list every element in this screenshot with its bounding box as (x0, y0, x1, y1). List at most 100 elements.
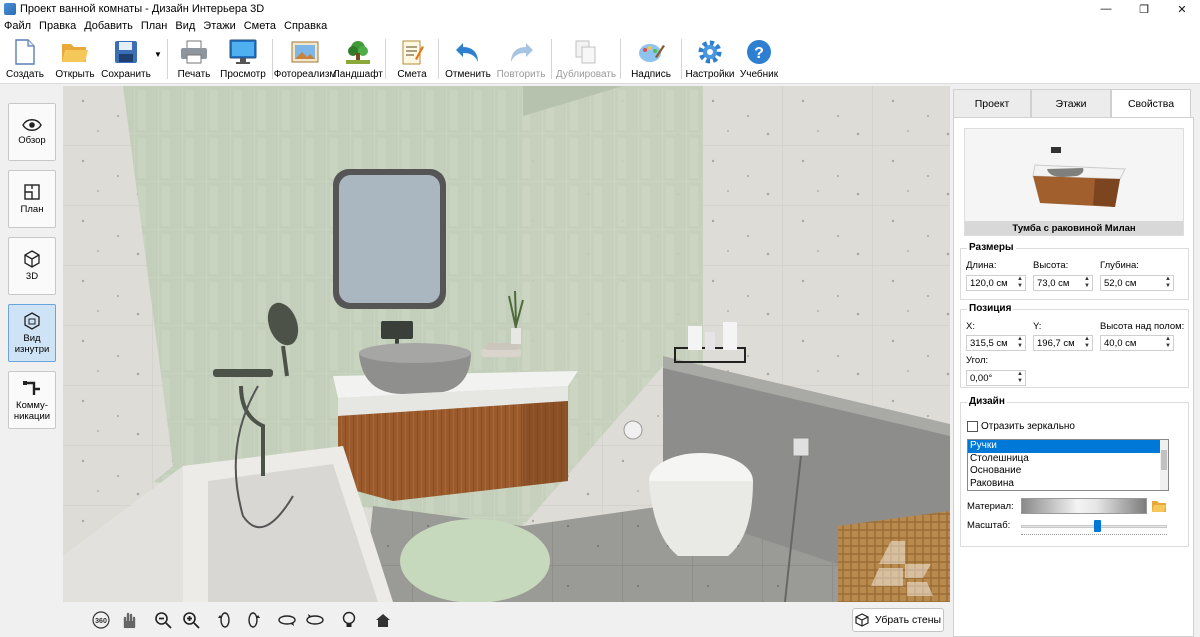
text-label-button[interactable]: Надпись (624, 34, 678, 82)
menu-estimate[interactable]: Смета (244, 20, 276, 32)
elevation-input[interactable]: 40,0 см ▲ ▼ (1100, 335, 1174, 351)
zoom-out-button[interactable] (151, 608, 175, 632)
rotate-right-button[interactable] (241, 608, 265, 632)
scrollbar-thumb[interactable] (1161, 450, 1167, 470)
3d-viewport[interactable] (63, 86, 950, 602)
sizes-title: Размеры (967, 242, 1016, 253)
settings-button[interactable]: Настройки (685, 34, 735, 82)
length-input[interactable]: 120,0 см ▲ ▼ (966, 275, 1026, 291)
interior-view-button[interactable]: Вид изнутри (8, 304, 56, 362)
menu-edit[interactable]: Правка (39, 20, 76, 32)
menu-view[interactable]: Вид (175, 20, 195, 32)
create-button[interactable]: Создать (0, 34, 50, 82)
height-input[interactable]: 73,0 см ▲ ▼ (1033, 275, 1093, 291)
design-parts-list[interactable]: Ручки Столешница Основание Раковина (967, 439, 1169, 491)
tab-floors[interactable]: Этажи (1031, 89, 1111, 117)
home-view-button[interactable] (371, 608, 395, 632)
length-value: 120,0 см (970, 277, 1008, 289)
plan-button[interactable]: План (8, 170, 56, 228)
rotate-360-button[interactable]: 360 (89, 608, 113, 632)
list-item[interactable]: Ручки (968, 440, 1168, 453)
folder-icon[interactable] (1151, 499, 1167, 513)
list-item[interactable]: Основание (968, 465, 1168, 478)
rotate-360-text: 360 (95, 618, 107, 625)
settings-label: Настройки (685, 69, 735, 80)
title-bar: Проект ванной комнаты - Дизайн Интерьера… (0, 0, 1200, 18)
estimate-button[interactable]: Смета (389, 34, 435, 82)
height-spinner-icon[interactable]: ▲ ▼ (1084, 276, 1090, 290)
x-spinner-icon[interactable]: ▲ ▼ (1017, 336, 1023, 350)
scale-slider-ticks (1021, 534, 1167, 536)
minimize-button[interactable]: — (1088, 0, 1124, 18)
length-spinner-icon[interactable]: ▲ ▼ (1017, 276, 1023, 290)
remove-walls-button[interactable]: Убрать стены (852, 608, 944, 632)
lighting-button[interactable] (337, 608, 361, 632)
list-item[interactable]: Раковина (968, 478, 1168, 491)
x-input[interactable]: 315,5 см ▲ ▼ (966, 335, 1026, 351)
tab-properties[interactable]: Свойства (1111, 89, 1191, 117)
list-scrollbar[interactable] (1160, 440, 1168, 490)
menu-file[interactable]: Файл (4, 20, 31, 32)
pan-hand-button[interactable] (117, 608, 141, 632)
undo-icon (454, 38, 482, 66)
angle-input[interactable]: 0,00° ▲ ▼ (966, 370, 1026, 386)
tab-project[interactable]: Проект (953, 89, 1031, 117)
duplicate-button[interactable]: Дублировать (555, 34, 617, 82)
tilt-down-button[interactable] (303, 608, 327, 632)
menu-plan[interactable]: План (141, 20, 168, 32)
elevation-spinner-icon[interactable]: ▲ ▼ (1165, 336, 1171, 350)
menu-floors[interactable]: Этажи (203, 20, 235, 32)
utilities-button[interactable]: Комму-никации (8, 371, 56, 429)
position-title: Позиция (967, 303, 1014, 314)
tutorial-label: Учебник (739, 69, 779, 80)
zoom-out-icon (155, 611, 172, 629)
landscape-button[interactable]: Ландшафт (333, 34, 383, 82)
eye-icon (22, 119, 42, 131)
zoom-in-button[interactable] (179, 608, 203, 632)
mirror-checkbox-row[interactable]: Отразить зеркально (967, 421, 1075, 432)
material-label: Материал: (967, 501, 1014, 512)
photorealism-button[interactable]: Фотореализм (274, 34, 336, 82)
height-value: 73,0 см (1037, 277, 1070, 289)
vanity-thumbnail (1032, 147, 1126, 207)
open-button[interactable]: Открыть (50, 34, 100, 82)
save-dropdown-arrow[interactable]: ▼ (152, 34, 164, 82)
length-label: Длина: (966, 260, 997, 271)
rotate-left-button[interactable] (213, 608, 237, 632)
view-3d-button[interactable]: 3D (8, 237, 56, 295)
tutorial-button[interactable]: ? Учебник (735, 34, 783, 82)
preview-button[interactable]: Просмотр (217, 34, 269, 82)
depth-input[interactable]: 52,0 см ▲ ▼ (1100, 275, 1174, 291)
utilities-label: Комму-никации (13, 399, 51, 422)
design-group: Дизайн Отразить зеркально Ручки Столешни… (960, 396, 1189, 547)
material-swatch[interactable] (1021, 498, 1147, 514)
tilt-up-button[interactable] (275, 608, 299, 632)
y-spinner-icon[interactable]: ▲ ▼ (1084, 336, 1090, 350)
scale-slider-thumb[interactable] (1094, 520, 1101, 532)
help-icon: ? (745, 38, 773, 66)
save-label: Сохранить (101, 69, 151, 80)
menu-add[interactable]: Добавить (84, 20, 133, 32)
save-button[interactable]: Сохранить (100, 34, 152, 82)
depth-value: 52,0 см (1104, 277, 1137, 289)
remove-walls-label: Убрать стены (874, 614, 942, 626)
tilt-up-icon (278, 614, 296, 626)
depth-spinner-icon[interactable]: ▲ ▼ (1165, 276, 1171, 290)
undo-button[interactable]: Отменить (442, 34, 494, 82)
angle-spinner-icon[interactable]: ▲ ▼ (1017, 371, 1023, 385)
floorplan-icon (24, 184, 40, 200)
list-item[interactable]: Столешница (968, 453, 1168, 466)
menu-help[interactable]: Справка (284, 20, 327, 32)
properties-panel: Проект Этажи Свойства Тумба с раковиной … (951, 86, 1200, 637)
rotate-360-icon: 360 (92, 610, 110, 629)
mirror-checkbox[interactable] (967, 421, 978, 432)
preview-label: Просмотр (220, 69, 266, 80)
y-label: Y: (1033, 321, 1042, 332)
y-input[interactable]: 196,7 см ▲ ▼ (1033, 335, 1093, 351)
overview-button[interactable]: Обзор (8, 103, 56, 161)
close-button[interactable]: ✕ (1164, 0, 1200, 18)
restore-button[interactable]: ❐ (1126, 0, 1162, 18)
redo-button[interactable]: Повторить (494, 34, 548, 82)
cube-icon (24, 250, 40, 268)
print-button[interactable]: Печать (171, 34, 217, 82)
